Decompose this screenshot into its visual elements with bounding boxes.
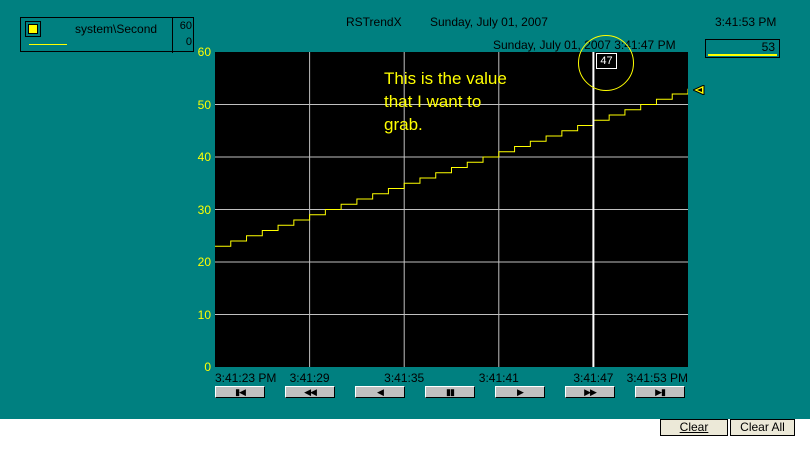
y-tick-label: 50	[197, 97, 211, 112]
step-forward-button[interactable]: ▶	[495, 386, 545, 398]
x-tick-label: 3:41:35	[384, 371, 425, 385]
step-back-button[interactable]: ◀	[355, 386, 405, 398]
y-tick-label: 60	[197, 45, 211, 59]
current-value-pen-bar	[708, 54, 777, 56]
skip-to-end-icon: ▶▮	[655, 387, 666, 397]
page-back-button[interactable]: ◀◀	[285, 386, 335, 398]
header-date: Sunday, July 01, 2007	[430, 15, 548, 29]
x-tick-label: 3:41:41	[478, 371, 519, 385]
pause-icon: ▮▮	[446, 387, 455, 397]
skip-to-start-icon: ▮◀	[235, 387, 246, 397]
pause-button[interactable]: ▮▮	[425, 386, 475, 398]
trend-display: RSTrendX Sunday, July 01, 2007 3:41:53 P…	[0, 0, 810, 419]
annotation-line: This is the value	[384, 69, 507, 88]
y-tick-label: 10	[197, 307, 211, 322]
annotation-line: grab.	[384, 115, 423, 134]
clear-all-button-label: Clear All	[740, 420, 785, 434]
clear-all-button[interactable]: Clear All	[730, 419, 795, 436]
pen-legend[interactable]: system\Second 60 0	[20, 17, 194, 53]
app-title: RSTrendX	[346, 15, 402, 29]
clear-button-label: Clear	[679, 420, 709, 434]
tag-name: system\Second	[75, 22, 158, 36]
y-tick-label: 40	[197, 150, 211, 164]
step-back-icon: ◀	[377, 387, 384, 397]
x-tick-label: 3:41:23 PM	[215, 371, 277, 385]
current-time: 3:41:53 PM	[715, 15, 777, 29]
x-tick-label: 3:41:53 PM	[626, 371, 688, 385]
annotation-text: This is the value that I want to grab.	[384, 67, 507, 136]
x-tick-label: 3:41:47	[573, 371, 614, 385]
page-forward-button[interactable]: ▶▶	[565, 386, 615, 398]
y-tick-label: 0	[204, 360, 211, 374]
y-tick-label: 30	[197, 202, 211, 217]
cursor-value-label: 47	[596, 53, 617, 69]
current-value-marker-icon	[693, 85, 705, 95]
scale-max: 60	[179, 20, 192, 32]
y-tick-label: 20	[197, 255, 211, 269]
clear-button[interactable]: Clear	[660, 419, 728, 436]
current-value-box: 53	[705, 39, 780, 58]
x-tick-label: 3:41:29	[289, 371, 330, 385]
pen-color-swatch[interactable]	[25, 21, 41, 37]
pen-line-sample	[29, 44, 67, 45]
first-page-button[interactable]: ▮◀	[215, 386, 265, 398]
fast-rewind-icon: ◀◀	[304, 387, 317, 397]
fast-forward-icon: ▶▶	[584, 387, 597, 397]
annotation-line: that I want to	[384, 92, 482, 111]
step-forward-icon: ▶	[517, 387, 524, 397]
current-value: 53	[761, 40, 775, 54]
last-page-button[interactable]: ▶▮	[635, 386, 685, 398]
